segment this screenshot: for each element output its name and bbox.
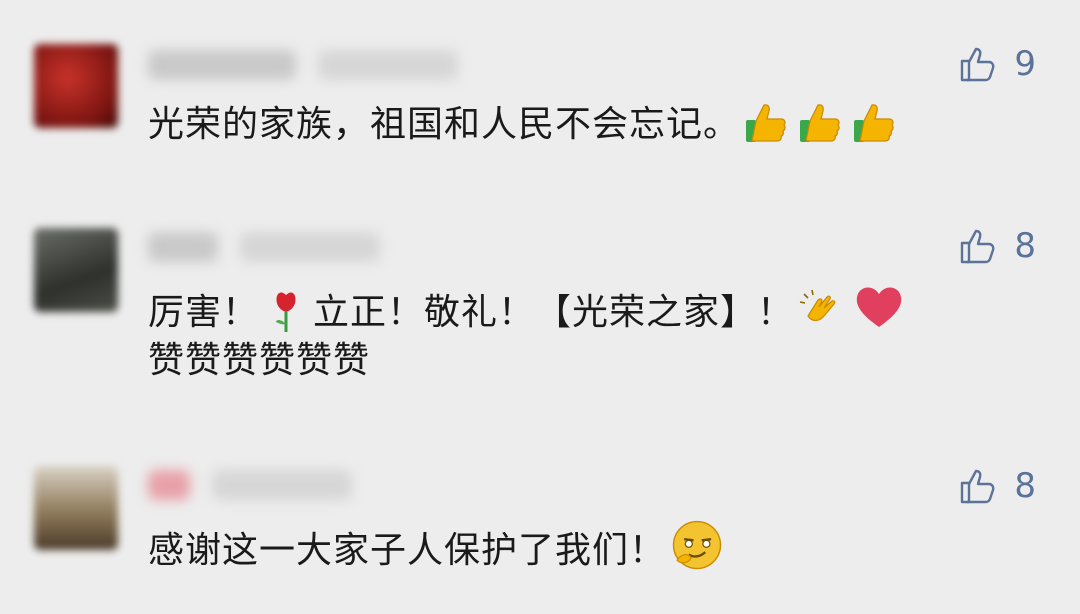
comment-body: 感谢这一大家子人保护了我们！ (148, 530, 667, 571)
avatar[interactable] (34, 228, 118, 312)
smirk-face-emoji (672, 520, 722, 570)
rose-emoji (276, 292, 296, 332)
like-button[interactable]: 8 (958, 466, 1036, 506)
username[interactable] (148, 232, 218, 262)
comment-body-part-1: 厉害！ (148, 292, 260, 333)
heart-emoji (856, 287, 902, 327)
username[interactable] (148, 50, 296, 80)
comment-text: 光荣的家族，祖国和人民不会忘记。 (148, 100, 1028, 149)
clapping-hands-emoji (799, 289, 836, 322)
comment-meta (148, 470, 352, 500)
like-button[interactable]: 9 (958, 44, 1036, 84)
like-button[interactable]: 8 (958, 226, 1036, 266)
comment-meta (148, 232, 380, 262)
like-count: 8 (1014, 466, 1036, 506)
comment-text: 感谢这一大家子人保护了我们！ (148, 518, 1028, 575)
thumbs-up-outline-icon (958, 466, 998, 506)
username[interactable] (148, 470, 190, 500)
avatar[interactable] (34, 44, 118, 128)
like-count: 8 (1014, 226, 1036, 266)
location-tag (240, 232, 380, 262)
location-tag (318, 50, 458, 80)
avatar[interactable] (34, 466, 118, 550)
thumbs-up-outline-icon (958, 226, 998, 266)
thumbs-up-emoji (744, 100, 790, 146)
thumbs-up-emoji (798, 100, 844, 146)
location-tag (212, 470, 352, 500)
comment-meta (148, 50, 458, 80)
comment-body: 光荣的家族，祖国和人民不会忘记。 (148, 104, 741, 145)
like-count: 9 (1014, 44, 1036, 84)
thumbs-up-outline-icon (958, 44, 998, 84)
comment-body-part-2: 立正！敬礼！【光荣之家】！ (313, 292, 795, 333)
thumbs-up-emoji (852, 100, 898, 146)
comment-body-part-3: 赞赞赞赞赞赞 (148, 340, 371, 381)
comment-text: 厉害！ 立正！敬礼！【光荣之家】！ 赞赞赞赞赞赞 (148, 280, 1028, 385)
